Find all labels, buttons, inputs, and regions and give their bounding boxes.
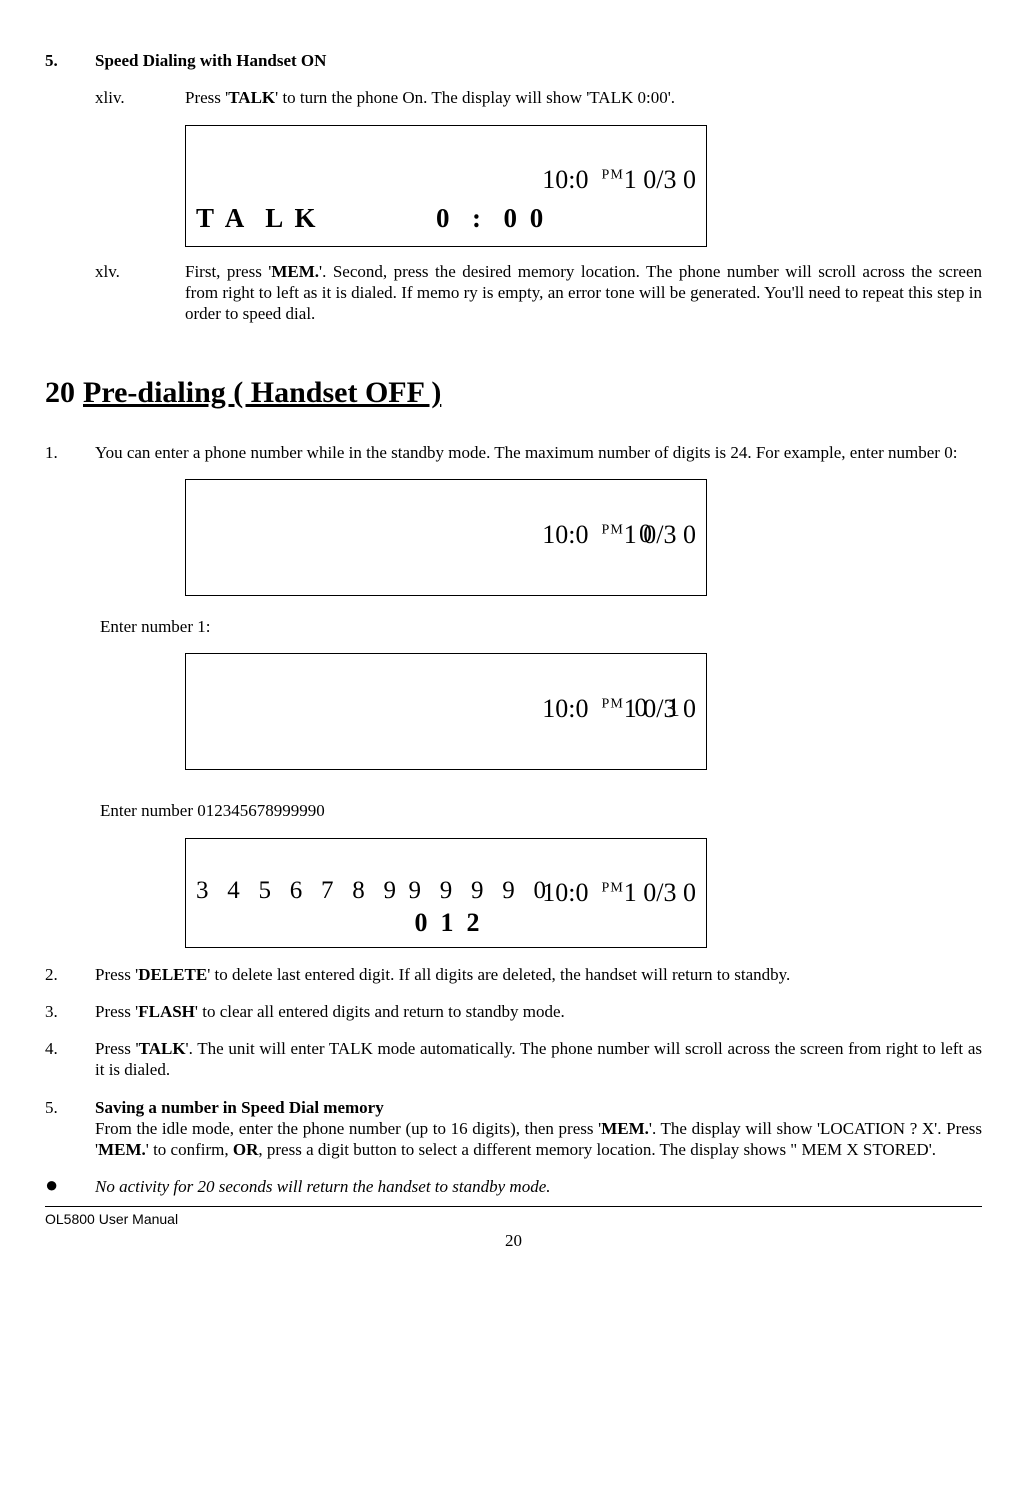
section-5-number: 5.	[45, 50, 95, 71]
section-5-heading: 5. Speed Dialing with Handset ON	[45, 50, 982, 71]
step-2-number: 2.	[45, 964, 95, 985]
step-5: 5. Saving a number in Speed Dial memory …	[45, 1097, 982, 1161]
page-number: 20	[45, 1230, 982, 1251]
enter-1-label: Enter number 1:	[100, 616, 982, 637]
lcd4-line2: 3 4 5 6 7 8 9 9 9 9 9 0	[196, 875, 696, 906]
note-text: No activity for 20 seconds will return t…	[95, 1176, 982, 1197]
note-bullet: ● No activity for 20 seconds will return…	[45, 1176, 982, 1197]
section-20-title: Pre-dialing ( Handset OFF )	[83, 376, 441, 409]
step-1-number: 1.	[45, 442, 95, 463]
step-xliv-label: xliv.	[95, 87, 185, 108]
step-4: 4. Press 'TALK'. The unit will enter TAL…	[45, 1038, 982, 1081]
step-xlv-text: First, press 'MEM.'. Second, press the d…	[185, 261, 982, 325]
step-3-text: Press 'FLASH' to clear all entered digit…	[95, 1001, 982, 1022]
lcd-display-2: 10:0 PM1 0/3 0 0	[185, 479, 707, 596]
section-5-title: Speed Dialing with Handset ON	[95, 50, 982, 71]
lcd1-talk-left: T A L K	[196, 202, 319, 236]
step-5-number: 5.	[45, 1097, 95, 1161]
step-4-number: 4.	[45, 1038, 95, 1081]
lcd-display-4: 10:0 PM1 0/3 0 3 4 5 6 7 8 9 9 9 9 9 0 0…	[185, 838, 707, 948]
lcd4-line3: 0 1 2	[198, 907, 696, 940]
step-1-text: You can enter a phone number while in th…	[95, 442, 982, 463]
step-5-title: Saving a number in Speed Dial memory	[95, 1098, 384, 1117]
step-xliv-text: Press 'TALK' to turn the phone On. The d…	[185, 87, 982, 108]
lcd-display-3: 10:0 PM1 0/3 0 0 1	[185, 653, 707, 770]
step-2: 2. Press 'DELETE' to delete last entered…	[45, 964, 982, 985]
step-xliv: xliv. Press 'TALK' to turn the phone On.…	[95, 87, 982, 108]
footer-left: OL5800 User Manual	[45, 1211, 178, 1229]
lcd-display-1: 10:0 PM1 0/3 0 T A L K 0 : 0 0	[185, 125, 707, 247]
section-20-number: 20	[45, 374, 83, 412]
footer: OL5800 User Manual 20	[45, 1206, 982, 1252]
step-5-text: Saving a number in Speed Dial memory Fro…	[95, 1097, 982, 1161]
section-20-heading: 20Pre-dialing ( Handset OFF )	[45, 374, 982, 412]
step-4-text: Press 'TALK'. The unit will enter TALK m…	[95, 1038, 982, 1081]
bullet-icon: ●	[45, 1176, 95, 1197]
enter-2-label: Enter number 012345678999990	[100, 800, 982, 821]
step-3-number: 3.	[45, 1001, 95, 1022]
step-3: 3. Press 'FLASH' to clear all entered di…	[45, 1001, 982, 1022]
step-2-text: Press 'DELETE' to delete last entered di…	[95, 964, 982, 985]
lcd2-time: 10:0 PM1 0/3 0	[516, 486, 696, 584]
step-1: 1. You can enter a phone number while in…	[45, 442, 982, 463]
step-xlv-label: xlv.	[95, 261, 185, 325]
lcd2-line2: 0	[639, 518, 652, 551]
step-xlv: xlv. First, press 'MEM.'. Second, press …	[95, 261, 982, 325]
lcd1-talk-right: 0 : 0 0	[436, 202, 546, 236]
lcd3-line2: 0 1	[635, 692, 681, 725]
